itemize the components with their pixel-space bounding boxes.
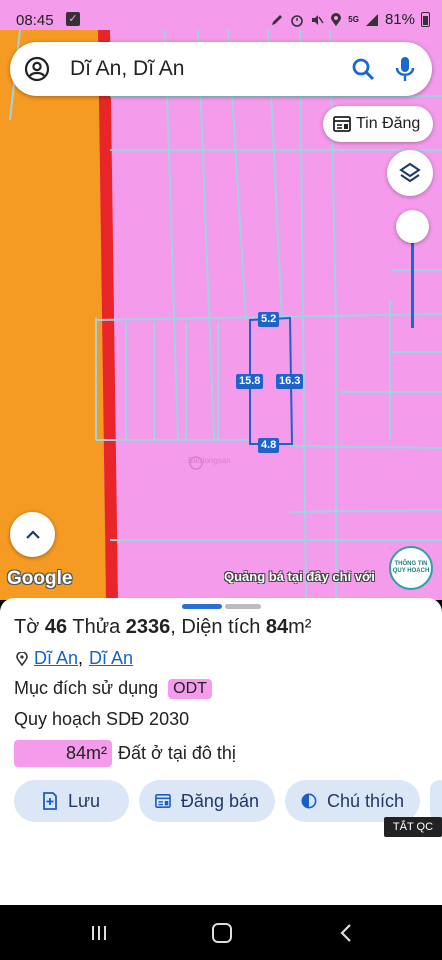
account-icon[interactable] — [24, 56, 50, 82]
ward-link[interactable]: Dĩ An — [34, 648, 78, 668]
add-bookmark-icon — [43, 792, 57, 810]
legend-label: Chú thích — [326, 790, 404, 811]
dientich-label: , Diện tích — [170, 616, 261, 638]
thua-label: Thửa — [72, 616, 121, 638]
more-actions-button[interactable] — [430, 780, 442, 822]
battery-level: 81% — [384, 11, 415, 28]
purpose-code-badge: ODT — [168, 678, 212, 699]
search-bar[interactable]: Dĩ An, Dĩ An — [10, 42, 432, 96]
signal-icon — [365, 13, 378, 26]
orange-zone — [0, 30, 106, 600]
legend-button[interactable]: Chú thích — [285, 780, 420, 822]
location-separator: , — [78, 648, 84, 668]
status-time: 08:45 — [16, 12, 54, 29]
purpose-label: Mục đích sử dụng — [14, 678, 159, 698]
map-view[interactable]: 5.2 15.8 16.3 4.8 Batdongsan 08:45 ✓ 5G … — [0, 0, 442, 600]
expand-up-button[interactable] — [10, 512, 55, 557]
area-row: 84m² Đất ở tại đô thị — [14, 740, 236, 767]
contrast-icon — [301, 793, 317, 809]
alarm-icon — [291, 14, 304, 27]
recent-apps-icon[interactable] — [90, 924, 108, 942]
search-input[interactable]: Dĩ An, Dĩ An — [70, 57, 184, 81]
location-row: Dĩ An, Dĩ An — [16, 648, 133, 669]
status-bar: 08:45 ✓ 5G 81% — [0, 0, 442, 40]
plan-label: Quy hoạch SDĐ 2030 — [14, 709, 190, 729]
save-button[interactable]: Lưu — [14, 780, 129, 822]
ad-off-button[interactable]: TẮT QC — [384, 817, 442, 837]
save-label: Lưu — [68, 790, 101, 811]
dimension-bottom: 4.8 — [258, 438, 280, 453]
status-icons: 5G 81% — [270, 11, 430, 28]
notification-check-icon: ✓ — [66, 12, 80, 26]
mic-icon[interactable] — [392, 55, 418, 83]
area-value: 84 — [265, 616, 289, 638]
mute-icon — [312, 14, 324, 25]
area-description: Đất ở tại đô thị — [118, 743, 236, 763]
thua-value: 2336 — [125, 616, 171, 638]
battery-icon — [421, 12, 430, 27]
home-icon[interactable] — [212, 923, 232, 943]
google-logo: Google — [7, 568, 73, 589]
opacity-slider-track[interactable] — [411, 228, 414, 328]
to-label: Tờ — [14, 616, 40, 638]
layers-button[interactable] — [387, 150, 433, 196]
action-buttons: Lưu Đăng bán Chú thích — [14, 780, 442, 822]
listing-icon — [333, 116, 351, 132]
sheet-handle-active[interactable] — [182, 604, 222, 609]
post-sale-button[interactable]: Đăng bán — [139, 780, 275, 822]
area-swatch: 84m² — [14, 740, 112, 767]
location-status-icon — [331, 12, 342, 26]
ad-banner-text[interactable]: Quảng bá tại đây chỉ với — [224, 569, 390, 584]
edit-icon — [272, 14, 283, 25]
thong-tin-quy-hoach-badge[interactable]: THÔNG TIN QUY HOẠCH — [389, 546, 433, 590]
dimension-right: 16.3 — [276, 374, 304, 389]
post-sale-label: Đăng bán — [180, 790, 259, 811]
purpose-row: Mục đích sử dụng ODT — [14, 678, 212, 699]
parcel-title: Tờ 46 Thửa 2336, Diện tích 84m² — [14, 616, 311, 639]
dimension-left: 15.8 — [236, 374, 264, 389]
network-type: 5G — [348, 15, 359, 24]
area-unit: m² — [288, 616, 312, 638]
system-nav-bar — [0, 905, 442, 960]
chevron-up-icon — [25, 529, 40, 539]
dimension-top: 5.2 — [258, 312, 280, 327]
layers-icon — [399, 162, 421, 183]
to-value: 46 — [44, 616, 68, 638]
qh-badge-line-1: THÔNG TIN — [394, 561, 428, 567]
back-icon[interactable] — [338, 923, 354, 943]
listing-icon — [155, 794, 171, 808]
qh-badge-line-2: QUY HOẠCH — [392, 568, 430, 574]
tin-dang-label: Tin Đăng — [356, 115, 421, 132]
tin-dang-button[interactable]: Tin Đăng — [323, 106, 433, 142]
city-link[interactable]: Dĩ An — [89, 648, 133, 669]
search-icon[interactable] — [350, 56, 376, 82]
opacity-slider-thumb[interactable] — [396, 210, 429, 243]
parcel-info-sheet: Tờ 46 Thửa 2336, Diện tích 84m² Dĩ An, D… — [0, 598, 442, 905]
watermark-text: Batdongsan — [188, 456, 231, 465]
sheet-handle-inactive[interactable] — [225, 604, 261, 609]
location-pin-icon — [16, 651, 28, 666]
